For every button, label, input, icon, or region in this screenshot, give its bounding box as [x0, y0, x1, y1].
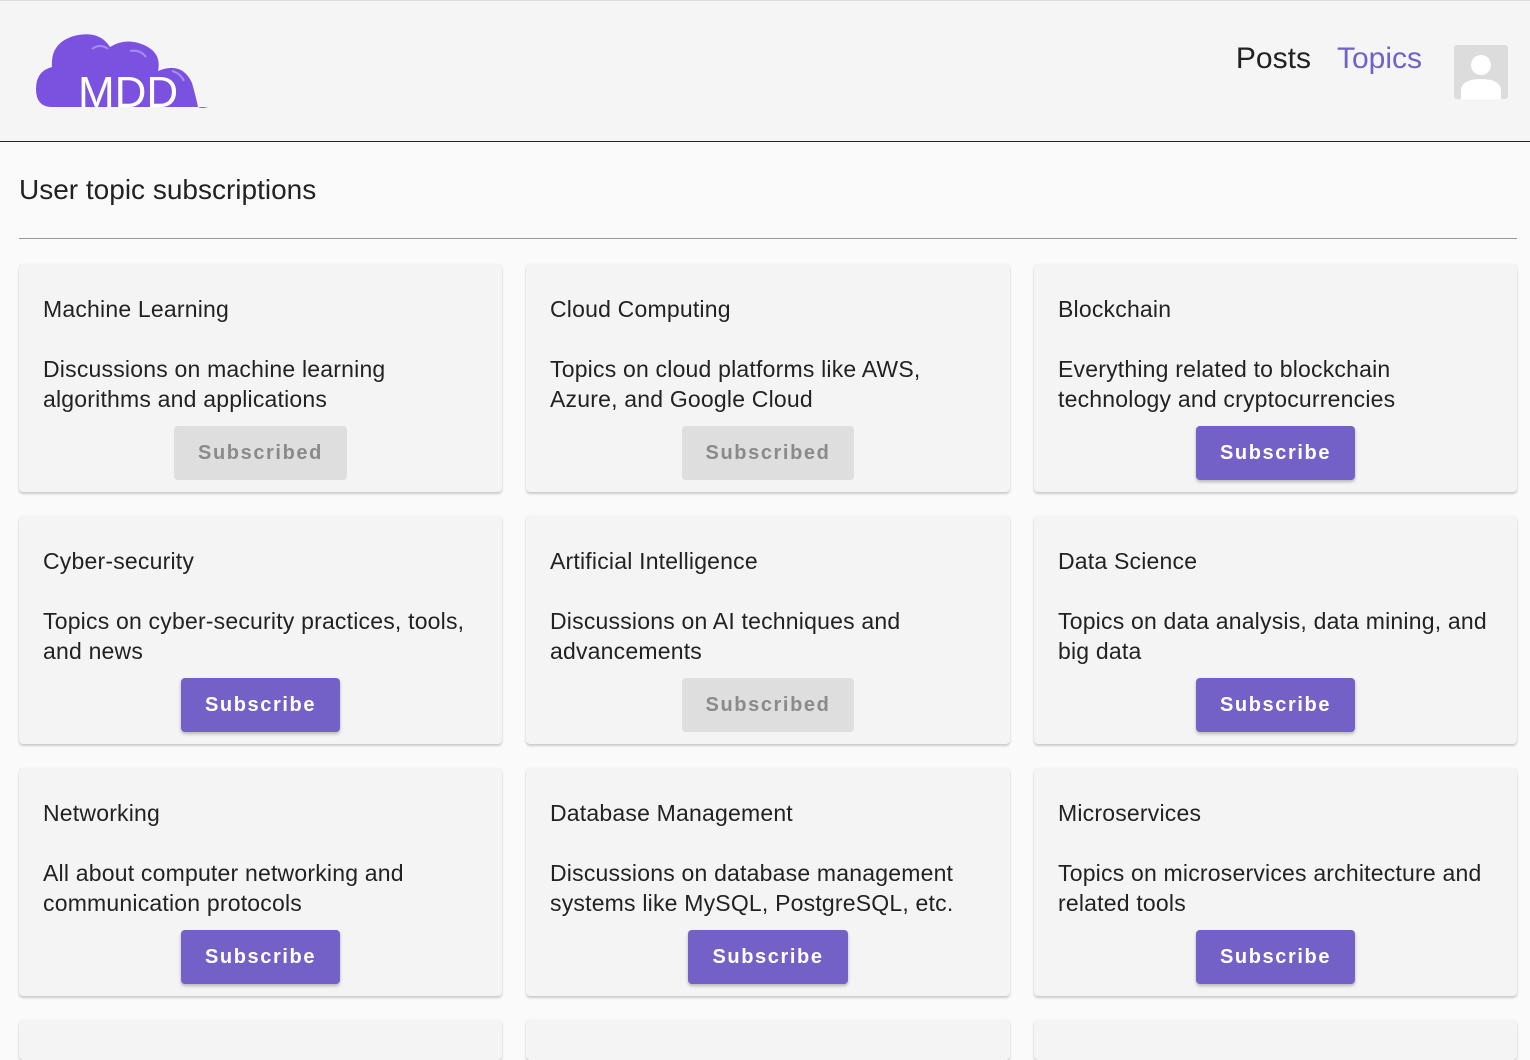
topic-card: Machine Learning Discussions on machine … [19, 264, 502, 492]
topic-description: Discussions on AI techniques and advance… [550, 608, 901, 664]
topic-description: Topics on cyber-security practices, tool… [43, 608, 465, 664]
topic-card: Data Science Topics on data analysis, da… [1034, 516, 1517, 744]
nav-posts-link[interactable]: Posts [1236, 41, 1311, 77]
logo-text: MDD [78, 68, 178, 111]
main-nav: Posts Topics [1236, 41, 1422, 77]
topic-description: Topics on microservices architecture and… [1058, 860, 1482, 916]
subscribed-button: Subscribed [681, 426, 855, 480]
topic-card-partial [526, 1020, 1010, 1060]
mdd-logo[interactable]: MDD [34, 31, 210, 117]
topic-title: Machine Learning [43, 296, 230, 322]
topic-description: All about computer networking and commun… [43, 860, 404, 916]
topic-title: Microservices [1058, 800, 1202, 826]
topic-title: Database Management [550, 800, 793, 826]
topic-card-partial [19, 1020, 502, 1060]
subscribe-button[interactable]: Subscribe [180, 930, 341, 984]
topic-card: Cloud Computing Topics on cloud platform… [526, 264, 1010, 492]
subscribe-button[interactable]: Subscribe [1195, 426, 1356, 480]
person-icon [1461, 55, 1501, 99]
subscribe-button[interactable]: Subscribe [1195, 930, 1356, 984]
subscribe-button[interactable]: Subscribe [1195, 678, 1356, 732]
topic-title: Artificial Intelligence [550, 548, 758, 574]
topic-description: Topics on cloud platforms like AWS, Azur… [550, 356, 921, 412]
app-header: MDD Posts Topics [0, 0, 1530, 142]
topic-title: Cyber-security [43, 548, 195, 574]
subscribe-button[interactable]: Subscribe [688, 930, 848, 984]
topic-card: Microservices Topics on microservices ar… [1034, 768, 1517, 996]
topic-title: Cloud Computing [550, 296, 731, 322]
subscribe-button[interactable]: Subscribe [180, 678, 341, 732]
topic-title: Networking [43, 800, 161, 826]
topic-card: Cyber-security Topics on cyber-security … [19, 516, 502, 744]
topic-card: Blockchain Everything related to blockch… [1034, 264, 1517, 492]
topic-description: Discussions on database management syste… [550, 860, 954, 916]
topic-card: Database Management Discussions on datab… [526, 768, 1010, 996]
topic-description: Everything related to blockchain technol… [1058, 356, 1396, 412]
topics-grid: Machine Learning Discussions on machine … [19, 264, 1517, 1060]
cloud-logo-icon: MDD [36, 34, 208, 117]
topic-card-partial [1034, 1020, 1517, 1060]
user-avatar[interactable] [1454, 45, 1508, 99]
topic-card: Artificial Intelligence Discussions on A… [526, 516, 1010, 744]
topic-card: Networking All about computer networking… [19, 768, 502, 996]
topic-description: Topics on data analysis, data mining, an… [1058, 608, 1487, 664]
topic-title: Blockchain [1058, 296, 1172, 322]
subscribed-button: Subscribed [681, 678, 855, 732]
main-content: User topic subscriptions Machine Learnin… [19, 142, 1517, 1060]
page-title: User topic subscriptions [19, 174, 317, 205]
topic-description: Discussions on machine learning algorith… [43, 356, 386, 412]
title-divider [19, 238, 1517, 239]
subscribed-button: Subscribed [174, 426, 347, 480]
topic-title: Data Science [1058, 548, 1198, 574]
nav-topics-link[interactable]: Topics [1337, 41, 1422, 77]
